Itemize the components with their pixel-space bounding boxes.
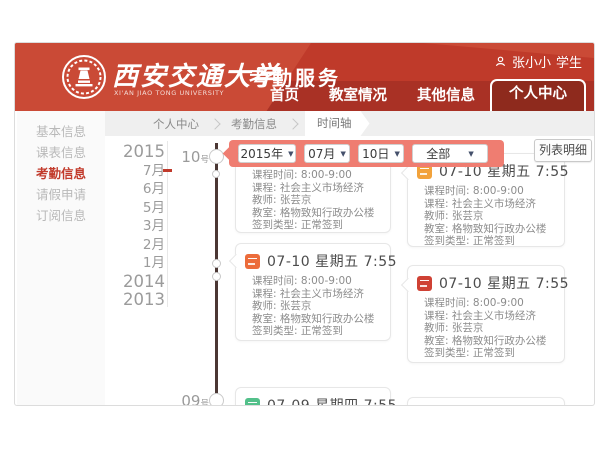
chevron-right-icon	[209, 118, 220, 129]
status-icon	[417, 276, 432, 291]
axis-month-3[interactable]: 3月	[119, 217, 165, 236]
university-logo-icon	[61, 54, 107, 100]
screenshot: 西安交通大学 XI'AN JIAO TONG UNIVERSITY 考勤服务 张…	[0, 0, 600, 450]
type-select[interactable]: 全部▼	[412, 144, 488, 163]
filter-bar-arrow	[223, 146, 239, 162]
day-marker-10: 10号	[165, 147, 209, 166]
timeline-axis: 2015 7月 6月 5月 3月 2月 1月 2014 2013	[119, 143, 165, 310]
caret-down-icon: ▼	[394, 150, 399, 158]
list-detail-button[interactable]: 列表明细	[534, 139, 592, 162]
chevron-right-icon	[287, 118, 298, 129]
attendance-card: 07-09 星期四 7:55	[235, 387, 391, 406]
app-window: 西安交通大学 XI'AN JIAO TONG UNIVERSITY 考勤服务 张…	[14, 42, 595, 406]
axis-month-7[interactable]: 7月	[119, 162, 165, 181]
axis-month-6[interactable]: 6月	[119, 180, 165, 199]
user-info[interactable]: 张小小 学生	[494, 52, 582, 71]
breadcrumb-personal-center[interactable]: 个人中心	[143, 116, 209, 132]
sidebar-item-leave-request[interactable]: 请假申请	[17, 184, 105, 205]
timeline-node-large	[209, 393, 224, 406]
month-select[interactable]: 07月▼	[304, 144, 350, 163]
sidebar-item-basic-info[interactable]: 基本信息	[17, 121, 105, 142]
caret-down-icon: ▼	[288, 150, 293, 158]
timeline-node-small	[212, 272, 221, 281]
axis-year-2014[interactable]: 2014	[119, 273, 165, 292]
current-month-marker	[163, 169, 172, 172]
breadcrumb-attendance-info[interactable]: 考勤信息	[221, 116, 287, 132]
card-title: 07-10 星期五 7:55	[267, 251, 397, 271]
timeline-node-small	[212, 170, 220, 178]
card-title: 07-09 星期四 7:55	[267, 395, 397, 406]
filter-bar: 2015年▼ 07月▼ 10日▼ 全部▼	[229, 140, 504, 167]
axis-year-2013[interactable]: 2013	[119, 291, 165, 310]
day-marker-09: 09号	[165, 391, 209, 406]
nav-item-personal-center-active[interactable]: 个人中心	[490, 79, 586, 111]
status-icon	[245, 254, 260, 269]
breadcrumb-timeline-active[interactable]: 时间轴	[305, 111, 370, 136]
person-icon	[494, 55, 507, 68]
card-title: 07-10 星期五 7:55	[439, 273, 569, 293]
timeline-node-small	[212, 259, 221, 268]
attendance-card: 07-10 星期五 7:55 课程时间8:00-9:00 课程社会主义市场经济 …	[235, 243, 391, 341]
university-name-en: XI'AN JIAO TONG UNIVERSITY	[114, 89, 224, 97]
axis-month-2[interactable]: 2月	[119, 236, 165, 255]
axis-month-1[interactable]: 1月	[119, 254, 165, 273]
sidebar-item-subscription-info[interactable]: 订阅信息	[17, 205, 105, 226]
app-header: 西安交通大学 XI'AN JIAO TONG UNIVERSITY 考勤服务 张…	[15, 43, 594, 111]
status-icon	[245, 398, 260, 407]
nav-item-home[interactable]: 首页	[255, 81, 314, 111]
day-select[interactable]: 10日▼	[358, 144, 404, 163]
attendance-card: 07-10 星期五 7:55 课程时间8:00-9:00 课程社会主义市场经济 …	[407, 153, 565, 247]
user-name: 张小小	[512, 52, 551, 71]
axis-month-5[interactable]: 5月	[119, 199, 165, 218]
caret-down-icon: ▼	[340, 150, 345, 158]
user-role: 学生	[556, 52, 582, 71]
breadcrumb: 个人中心 考勤信息 时间轴	[105, 111, 594, 136]
sidebar-item-timetable-info[interactable]: 课表信息	[17, 142, 105, 163]
attendance-card-stub	[407, 397, 565, 406]
nav-item-classrooms[interactable]: 教室情况	[314, 81, 402, 111]
sidebar-item-attendance-info[interactable]: 考勤信息	[17, 163, 105, 184]
main-nav: 首页 教室情况 其他信息 个人中心	[255, 79, 586, 111]
year-select[interactable]: 2015年▼	[238, 144, 296, 163]
sidebar: 基本信息 课表信息 考勤信息 请假申请 订阅信息	[17, 111, 105, 405]
attendance-card: 07-10 星期五 7:55 课程时间8:00-9:00 课程社会主义市场经济 …	[407, 265, 565, 363]
timeline-node-large	[209, 149, 224, 164]
caret-down-icon: ▼	[468, 150, 473, 158]
nav-item-other-info[interactable]: 其他信息	[402, 81, 490, 111]
axis-year-2015[interactable]: 2015	[119, 143, 165, 162]
